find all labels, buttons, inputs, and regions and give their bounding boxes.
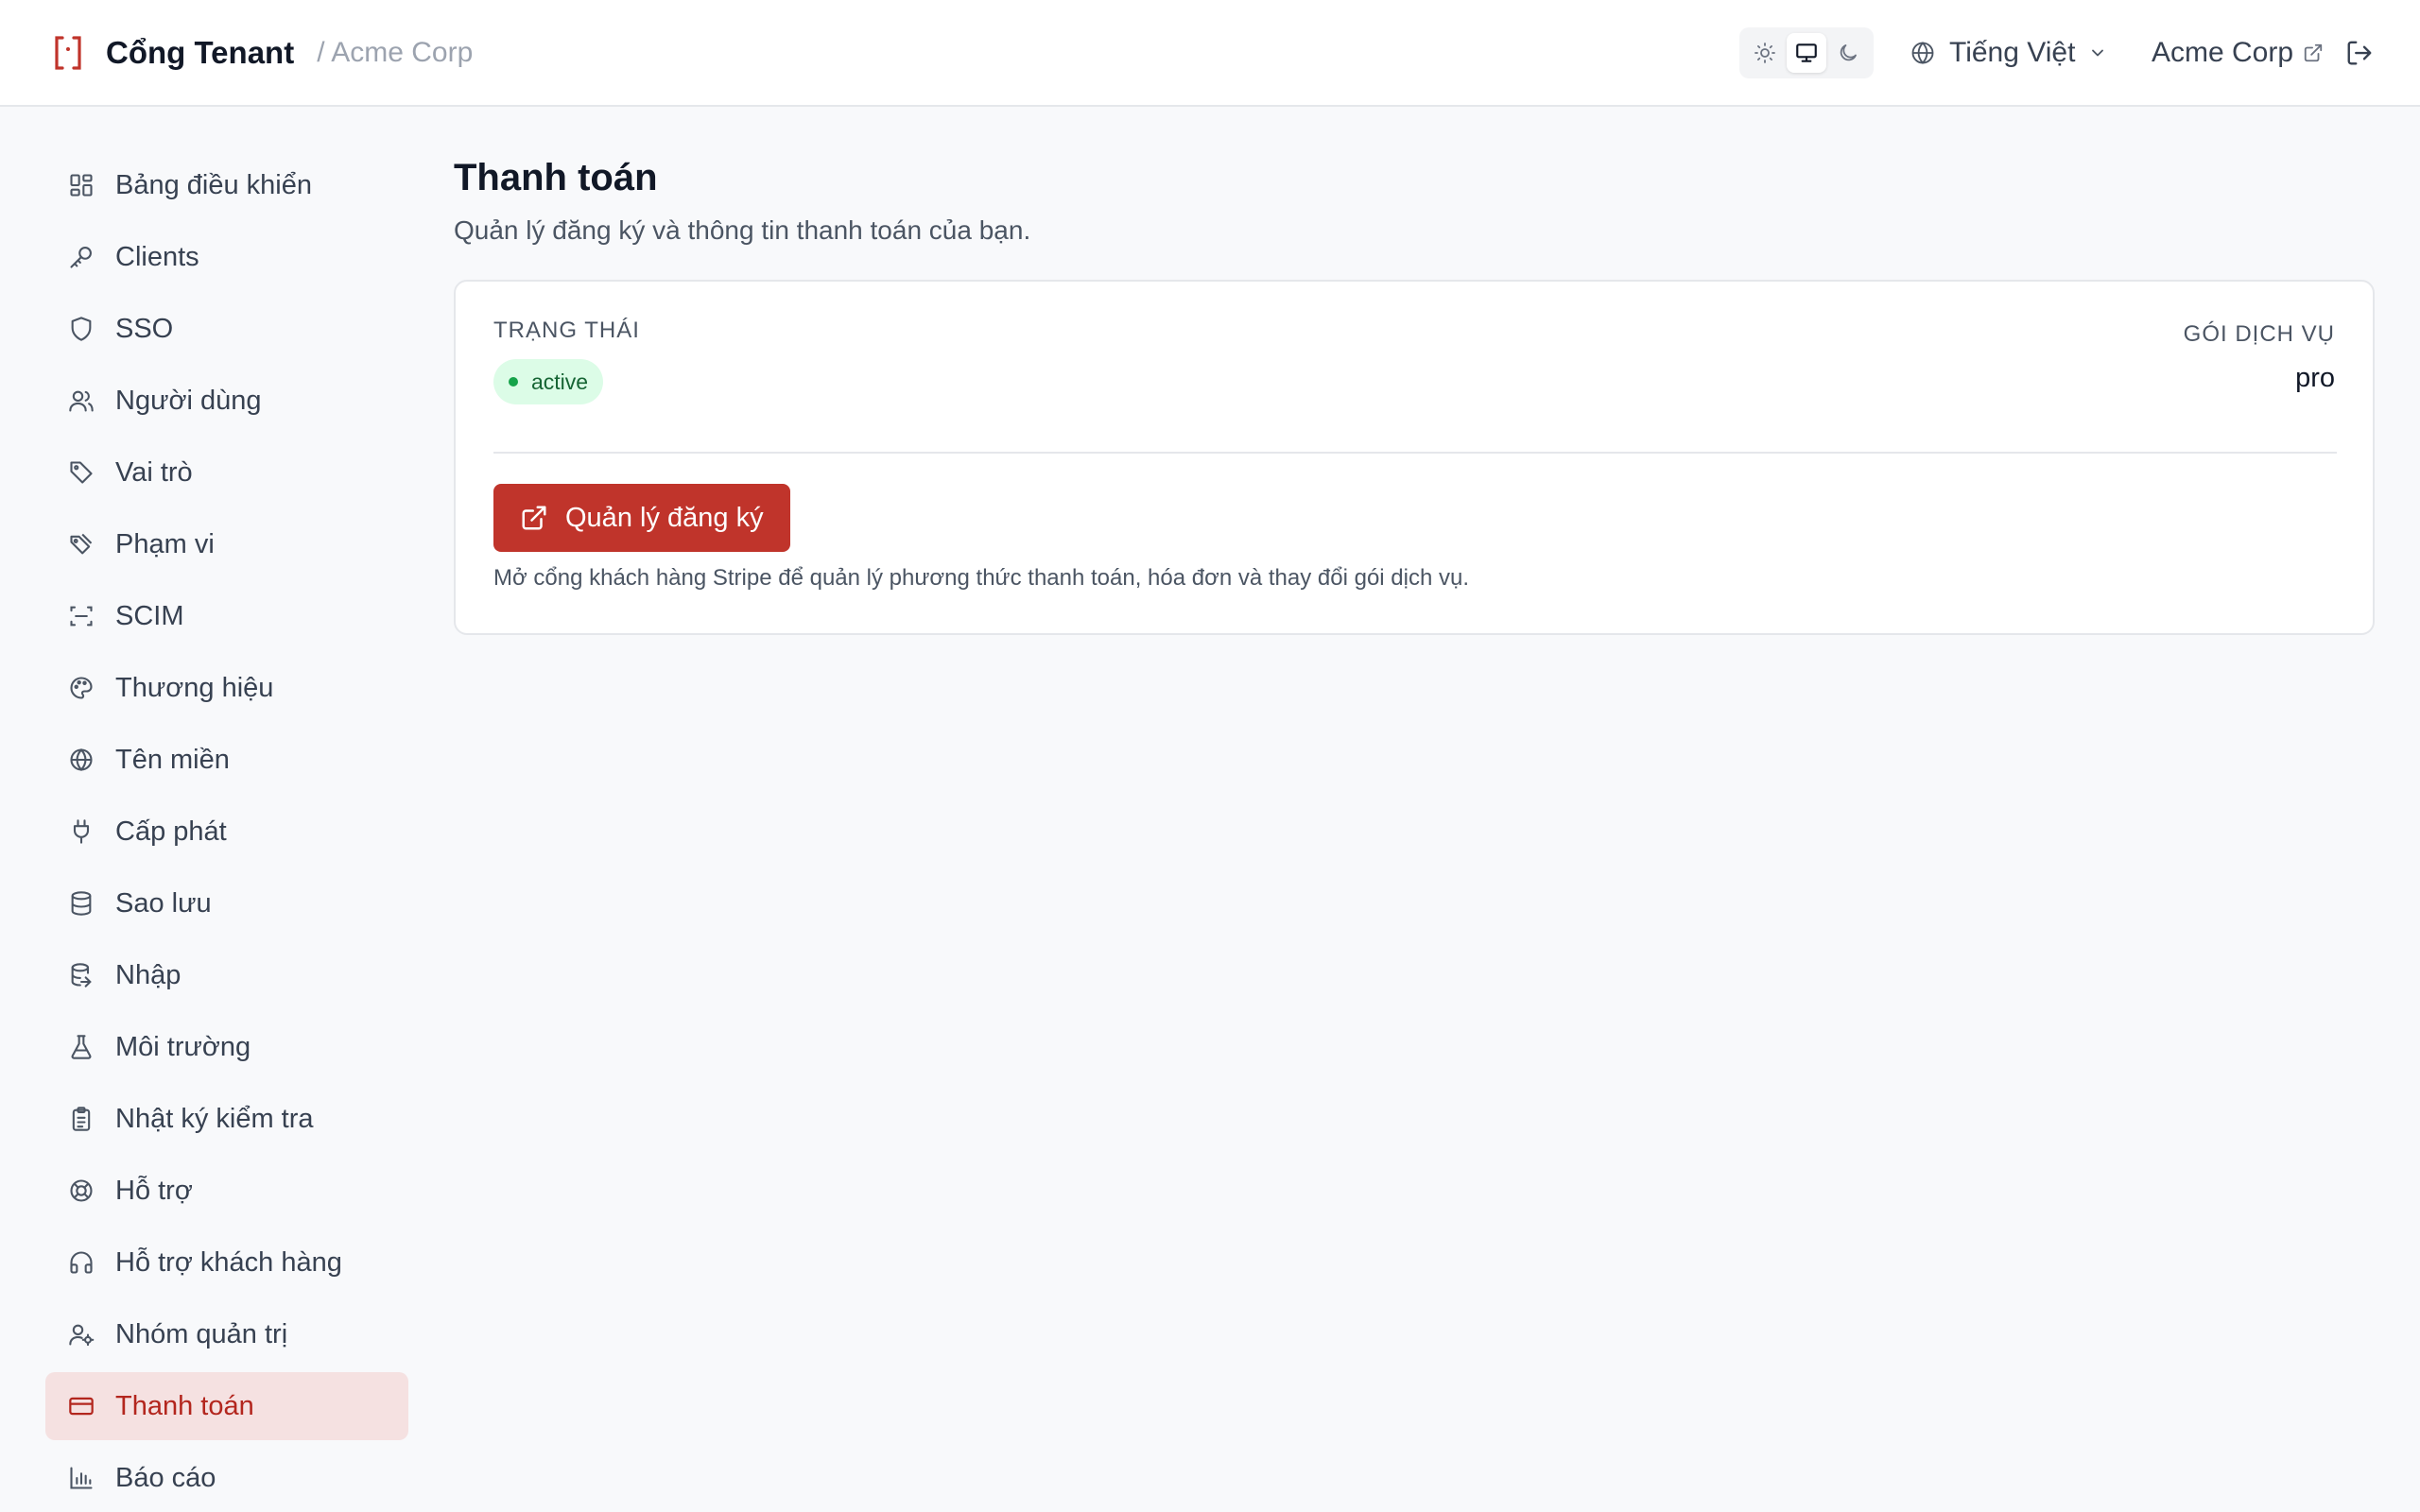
sidebar-item-provisioning[interactable]: Cấp phát bbox=[45, 798, 408, 866]
theme-toggle bbox=[1739, 27, 1874, 78]
tag-icon bbox=[66, 457, 96, 488]
key-icon bbox=[66, 242, 96, 272]
status-dot bbox=[509, 377, 518, 387]
top-header: Cổng Tenant / Acme Corp Tiếng Việt Acme … bbox=[0, 0, 2420, 107]
sidebar-item-users[interactable]: Người dùng bbox=[45, 367, 408, 435]
globe-icon bbox=[66, 745, 96, 775]
sidebar-item-label: Người dùng bbox=[115, 385, 262, 416]
bar-chart-icon bbox=[66, 1463, 96, 1493]
monitor-icon bbox=[1796, 43, 1817, 62]
language-label: Tiếng Việt bbox=[1949, 37, 2076, 68]
credit-card-icon bbox=[66, 1391, 96, 1421]
flask-icon bbox=[66, 1032, 96, 1062]
sidebar-item-label: Môi trường bbox=[115, 1031, 251, 1062]
sidebar-item-label: Hỗ trợ bbox=[115, 1175, 193, 1206]
sidebar-item-scim[interactable]: SCIM bbox=[45, 582, 408, 650]
logout-button[interactable] bbox=[2341, 34, 2378, 72]
plan-value: pro bbox=[2295, 363, 2335, 393]
external-link-icon bbox=[2304, 43, 2323, 62]
status-value: active bbox=[531, 369, 589, 394]
system-theme-button[interactable] bbox=[1787, 33, 1826, 73]
light-theme-button[interactable] bbox=[1745, 33, 1785, 73]
brand-name: Cổng Tenant bbox=[106, 35, 295, 70]
database-import-icon bbox=[66, 960, 96, 990]
tenant-link[interactable]: Acme Corp bbox=[2152, 30, 2324, 76]
card-divider bbox=[493, 452, 2337, 454]
sidebar-item-backups[interactable]: Sao lưu bbox=[45, 869, 408, 937]
sun-icon bbox=[1754, 43, 1775, 63]
sidebar-item-label: Nhật ký kiểm tra bbox=[115, 1103, 314, 1134]
dark-theme-button[interactable] bbox=[1828, 33, 1868, 73]
sidebar-item-audit-log[interactable]: Nhật ký kiểm tra bbox=[45, 1085, 408, 1153]
page-title: Thanh toán bbox=[454, 157, 658, 198]
sidebar-item-label: Bảng điều khiển bbox=[115, 169, 312, 200]
plug-icon bbox=[66, 816, 96, 847]
page-subtitle: Quản lý đăng ký và thông tin thanh toán … bbox=[454, 215, 1031, 245]
brand[interactable]: Cổng Tenant / Acme Corp bbox=[49, 30, 473, 76]
lifebuoy-icon bbox=[66, 1176, 96, 1206]
sidebar-item-billing[interactable]: Thanh toán bbox=[45, 1372, 408, 1440]
sidebar-nav: Bảng điều khiển Clients SSO Người dùng V… bbox=[45, 151, 408, 1512]
external-link-icon bbox=[522, 506, 546, 530]
logout-icon bbox=[2347, 41, 2372, 65]
billing-card: TRẠNG THÁI active GÓI DỊCH VỤ pro Quản l… bbox=[454, 280, 2375, 635]
sidebar-item-label: Báo cáo bbox=[115, 1462, 216, 1493]
sidebar-item-label: SCIM bbox=[115, 600, 184, 631]
sidebar-item-label: Phạm vi bbox=[115, 528, 215, 559]
sidebar-item-environments[interactable]: Môi trường bbox=[45, 1013, 408, 1081]
sidebar-item-label: Sao lưu bbox=[115, 887, 212, 919]
sidebar-item-import[interactable]: Nhập bbox=[45, 941, 408, 1009]
shield-icon bbox=[66, 314, 96, 344]
sidebar-item-label: Hỗ trợ khách hàng bbox=[115, 1246, 342, 1278]
users-icon bbox=[66, 386, 96, 416]
sidebar-item-label: Cấp phát bbox=[115, 816, 227, 847]
sidebar-item-label: SSO bbox=[115, 313, 174, 344]
status-label: TRẠNG THÁI bbox=[493, 318, 640, 343]
sidebar-item-label: Tên miền bbox=[115, 744, 230, 775]
sidebar-item-label: Vai trò bbox=[115, 456, 193, 488]
sidebar-item-branding[interactable]: Thương hiệu bbox=[45, 654, 408, 722]
database-icon bbox=[66, 888, 96, 919]
sidebar-item-admin-groups[interactable]: Nhóm quản trị bbox=[45, 1300, 408, 1368]
sidebar-item-domains[interactable]: Tên miền bbox=[45, 726, 408, 794]
sidebar-item-dashboard[interactable]: Bảng điều khiển bbox=[45, 151, 408, 219]
manage-subscription-button[interactable]: Quản lý đăng ký bbox=[493, 484, 790, 552]
sidebar-item-reports[interactable]: Báo cáo bbox=[45, 1444, 408, 1512]
billing-help-text: Mở cổng khách hàng Stripe để quản lý phư… bbox=[493, 565, 1470, 591]
headphones-icon bbox=[66, 1247, 96, 1278]
scan-icon bbox=[66, 601, 96, 631]
tags-icon bbox=[66, 529, 96, 559]
sidebar-item-label: Nhóm quản trị bbox=[115, 1318, 288, 1349]
sidebar-item-sso[interactable]: SSO bbox=[45, 295, 408, 363]
sidebar-item-clients[interactable]: Clients bbox=[45, 223, 408, 291]
tenant-breadcrumb: / Acme Corp bbox=[317, 37, 474, 68]
manage-subscription-label: Quản lý đăng ký bbox=[565, 502, 764, 533]
sidebar-item-support[interactable]: Hỗ trợ bbox=[45, 1157, 408, 1225]
sidebar-item-label: Thương hiệu bbox=[115, 672, 274, 703]
plan-label: GÓI DỊCH VỤ bbox=[2183, 321, 2335, 347]
status-badge: active bbox=[493, 359, 604, 404]
moon-icon bbox=[1840, 44, 1857, 61]
palette-icon bbox=[66, 673, 96, 703]
sidebar-item-roles[interactable]: Vai trò bbox=[45, 438, 408, 507]
dashboard-icon bbox=[66, 170, 96, 200]
main-content: Thanh toán Quản lý đăng ký và thông tin … bbox=[454, 151, 2375, 635]
sidebar-item-scopes[interactable]: Phạm vi bbox=[45, 510, 408, 578]
globe-icon bbox=[1911, 42, 1934, 64]
sidebar-item-customer-support[interactable]: Hỗ trợ khách hàng bbox=[45, 1228, 408, 1297]
tenant-link-label: Acme Corp bbox=[2152, 37, 2294, 68]
logo-icon bbox=[49, 34, 87, 72]
chevron-down-icon bbox=[2092, 49, 2104, 57]
clipboard-icon bbox=[66, 1104, 96, 1134]
sidebar-item-label: Clients bbox=[115, 241, 199, 272]
sidebar-item-label: Nhập bbox=[115, 959, 182, 990]
language-selector[interactable]: Tiếng Việt bbox=[1910, 30, 2107, 76]
user-cog-icon bbox=[66, 1319, 96, 1349]
sidebar-item-label: Thanh toán bbox=[115, 1390, 254, 1421]
